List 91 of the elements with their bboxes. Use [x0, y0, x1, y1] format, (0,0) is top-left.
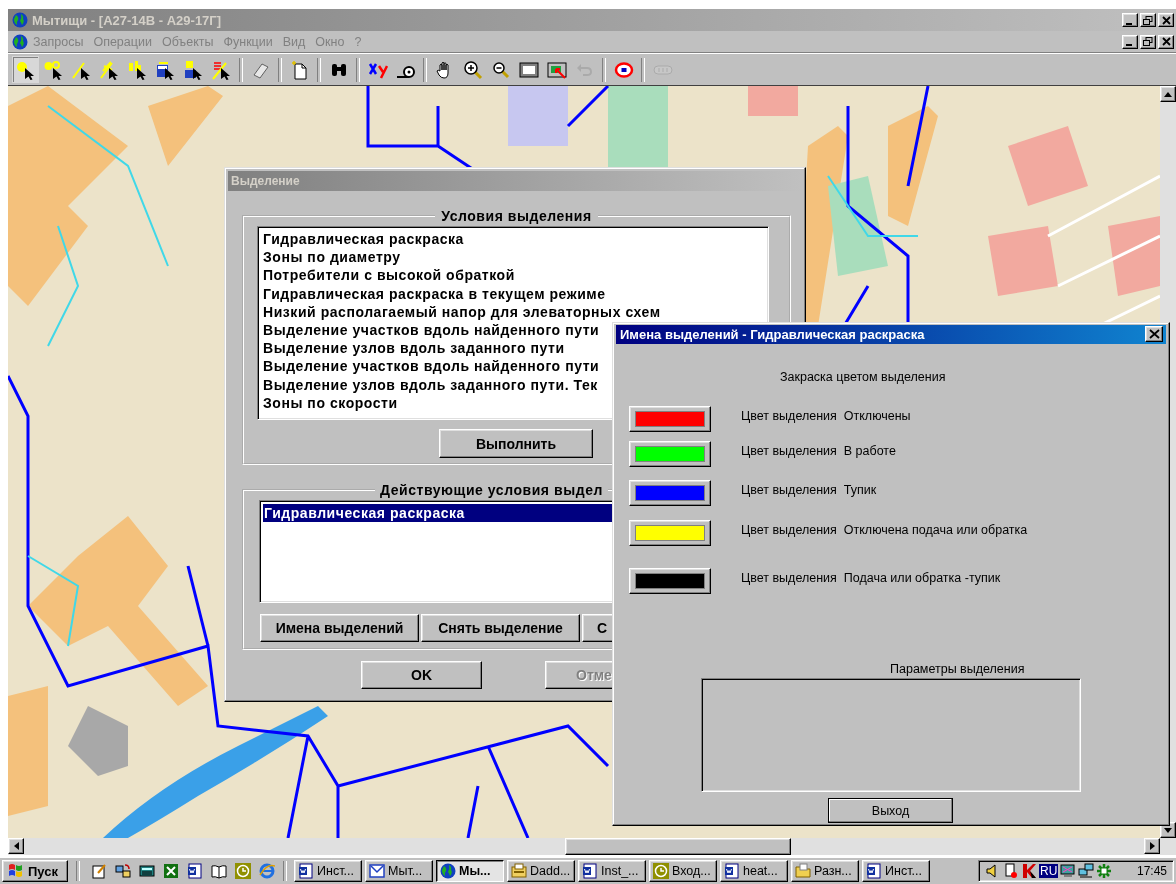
notepad-icon[interactable] — [91, 863, 107, 879]
color-label: Цвет выделения Тупик — [741, 482, 877, 497]
taskbar-button[interactable]: Разн... — [791, 860, 859, 882]
list-item[interactable]: Выделение узлов вдоль заданного пути. Тек — [262, 375, 598, 394]
group-title: Действующие условия выдел — [379, 482, 604, 498]
exit-button[interactable]: Выход — [828, 798, 953, 823]
dialog-title: Выделение — [231, 174, 301, 188]
network-icon[interactable] — [1078, 863, 1095, 879]
restore-button[interactable] — [1140, 13, 1156, 27]
list-item[interactable]: Низкий располагаемый напор для элеваторных схем — [262, 302, 661, 321]
sync-icon[interactable] — [115, 863, 131, 879]
arrow-left-icon — [13, 842, 19, 850]
color-swatch-button[interactable] — [629, 479, 711, 506]
document-icon — [866, 863, 882, 879]
document-icon — [298, 863, 314, 879]
arrow-right-icon — [1149, 842, 1155, 850]
envelope-icon — [369, 863, 385, 879]
close-button[interactable] — [1145, 326, 1163, 343]
clock: 17:45 — [1136, 864, 1167, 878]
arrow-down-icon — [1164, 827, 1172, 833]
close-icon — [1159, 14, 1173, 26]
section-heading: Параметры выделения — [890, 661, 1026, 676]
close-button[interactable] — [1158, 13, 1174, 27]
minimize-icon — [1125, 44, 1132, 46]
shield-icon[interactable] — [1021, 863, 1037, 879]
arrow-up-icon — [1164, 91, 1172, 97]
list-item[interactable]: Выделение узлов вдоль заданного пути — [262, 339, 565, 358]
window-title: Мытищи - [А27-14В - А29-17Г] — [32, 12, 223, 28]
ok-button[interactable]: OK — [361, 661, 482, 689]
globe-icon — [12, 12, 28, 28]
point-select-icon[interactable] — [12, 56, 39, 83]
device-icon[interactable] — [1003, 863, 1019, 879]
book-icon[interactable] — [211, 863, 227, 879]
close-button[interactable] — [1158, 34, 1174, 49]
clock-icon — [653, 863, 669, 879]
list-item[interactable]: Выделение участков вдоль найденного пути — [262, 357, 600, 376]
scroll-up-button[interactable] — [1160, 86, 1176, 102]
document-icon — [724, 863, 740, 879]
calculator-icon[interactable] — [139, 863, 155, 879]
list-item[interactable]: Зоны по скорости — [262, 393, 398, 413]
group-title: Условия выделения — [440, 208, 593, 224]
start-button[interactable]: Пуск — [2, 860, 68, 882]
taskbar-button[interactable]: heat... — [720, 860, 788, 882]
minimize-icon — [1125, 22, 1132, 25]
folder-icon — [511, 863, 527, 879]
scroll-thumb[interactable] — [565, 838, 791, 855]
minimize-button[interactable] — [1122, 34, 1138, 49]
taskbar-button[interactable]: Inst_... — [578, 860, 646, 882]
list-item[interactable]: Потребители с высокой обраткой — [262, 266, 515, 285]
globe-icon — [12, 33, 28, 50]
horizontal-scrollbar[interactable] — [8, 838, 1176, 855]
scroll-right-button[interactable] — [1144, 838, 1160, 854]
taskbar-button[interactable]: Мы... — [436, 860, 504, 882]
dialog-button[interactable]: Снять выделение — [421, 614, 580, 642]
list-item[interactable]: Гидравлическая раскраска — [262, 230, 464, 249]
color-label: Цвет выделения Отключены — [741, 408, 911, 423]
dialog-title: Имена выделений - Гидравлическая раскраска — [620, 326, 926, 342]
spreadsheet-icon[interactable] — [163, 863, 179, 879]
list-item[interactable]: Выделение участков вдоль найденного пути — [262, 321, 600, 340]
close-icon — [1148, 329, 1160, 340]
restore-icon — [1141, 36, 1155, 47]
color-swatch-button[interactable] — [629, 440, 711, 467]
close-icon — [1159, 36, 1173, 47]
section-heading: Закраска цветом выделения — [780, 369, 947, 384]
run-button[interactable]: Выполнить — [439, 429, 593, 458]
folder-icon — [795, 863, 811, 879]
restore-button[interactable] — [1140, 34, 1156, 49]
color-label: Цвет выделения В работе — [741, 443, 896, 458]
language-indicator[interactable]: RU — [1039, 864, 1059, 878]
flag-icon — [7, 863, 25, 879]
taskbar-button[interactable]: Вход... — [649, 860, 717, 882]
document-icon[interactable] — [187, 863, 203, 879]
globe-icon — [440, 863, 456, 879]
monitor-icon[interactable] — [1060, 863, 1077, 879]
minimize-button[interactable] — [1122, 13, 1138, 27]
list-item[interactable]: Зоны по диаметру — [262, 248, 401, 267]
color-swatch-button[interactable] — [629, 405, 711, 432]
document-icon — [582, 863, 598, 879]
list-item[interactable]: Гидравлическая раскраска в текущем режиме — [262, 284, 606, 303]
taskbar-button[interactable]: Dadd... — [507, 860, 575, 882]
clock-icon[interactable] — [235, 863, 251, 879]
color-swatch-button[interactable] — [629, 567, 711, 594]
dialog-button[interactable]: Имена выделений — [260, 614, 419, 642]
taskbar-button[interactable]: Инст... — [294, 860, 362, 882]
snowflake-icon[interactable] — [1096, 863, 1113, 879]
color-swatch-button[interactable] — [629, 519, 711, 546]
browser-icon[interactable] — [259, 863, 275, 879]
taskbar-button[interactable]: Мыт... — [365, 860, 433, 882]
scroll-left-button[interactable] — [8, 838, 24, 854]
taskbar-button[interactable]: Инст... — [862, 860, 930, 882]
restore-icon — [1141, 14, 1155, 26]
